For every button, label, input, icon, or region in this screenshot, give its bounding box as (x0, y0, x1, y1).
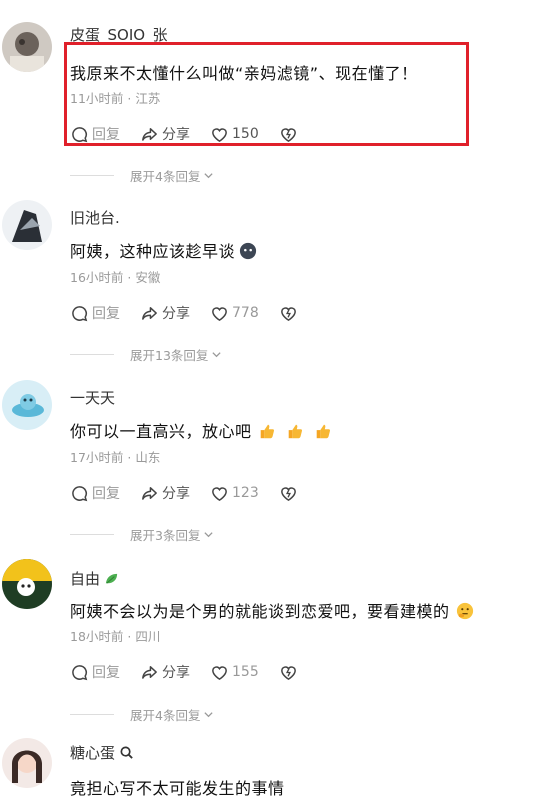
share-button[interactable]: 分享 (140, 303, 190, 323)
comment-time: 17小时前 (70, 450, 124, 465)
chevron-down-icon (204, 712, 214, 718)
reply-button[interactable]: 回复 (70, 303, 120, 323)
reply-button[interactable]: 回复 (70, 662, 120, 682)
leaf-icon (105, 573, 118, 584)
comment-meta: 16小时前 · 安徽 (70, 270, 161, 285)
comment-time: 16小时前 (70, 270, 124, 285)
comment-text: 你可以一直高兴，放心吧 (70, 418, 332, 442)
comment-text: 阿姨不会以为是个男的就能谈到恋爱吧，要看建模的 (70, 598, 474, 622)
avatar[interactable] (2, 200, 52, 250)
avatar[interactable] (2, 559, 52, 609)
reply-label: 回复 (92, 486, 120, 502)
like-count: 123 (232, 485, 259, 501)
thumbs-up-emoji-icon (260, 424, 274, 439)
share-label: 分享 (162, 665, 190, 681)
expand-replies-label: 展开4条回复 (130, 708, 201, 723)
comment-time: 18小时前 (70, 629, 124, 644)
thumbs-up-emoji-icon (288, 424, 302, 439)
reply-label: 回复 (92, 665, 120, 681)
divider (70, 175, 114, 176)
avatar[interactable] (2, 380, 52, 430)
expand-replies-label: 展开3条回复 (130, 528, 201, 543)
heart-icon (212, 486, 227, 501)
like-button[interactable]: 778 (210, 304, 259, 323)
share-icon (142, 486, 157, 500)
chevron-down-icon (204, 532, 214, 538)
comment-actions: 回复 分享 778 (70, 302, 301, 324)
reply-button[interactable]: 回复 (70, 483, 120, 503)
divider (70, 714, 114, 715)
expand-replies-button[interactable]: 展开13条回复 (130, 345, 222, 364)
chevron-down-icon (204, 173, 214, 179)
comment-location: 山东 (135, 450, 161, 465)
expand-replies-button[interactable]: 展开4条回复 (130, 166, 214, 185)
divider (70, 354, 114, 355)
dislike-icon (280, 665, 296, 680)
expand-replies-button[interactable]: 展开3条回复 (130, 525, 214, 544)
username[interactable]: 旧池台. (70, 207, 120, 228)
thinking-emoji-icon (456, 602, 473, 620)
thumbs-up-emoji-icon (316, 424, 330, 439)
comment-text-content: 阿姨不会以为是个男的就能谈到恋爱吧，要看建模的 (70, 602, 450, 621)
share-label: 分享 (162, 306, 190, 322)
comment-text: 竟担心写不太可能发生的事情 (70, 779, 285, 798)
emoji-icon (239, 242, 257, 260)
comment-icon (72, 305, 88, 321)
divider (70, 534, 114, 535)
expand-replies-label: 展开13条回复 (130, 348, 209, 363)
like-count: 155 (232, 664, 259, 680)
comment-text: 阿姨，这种应该趁早谈 (70, 238, 257, 262)
comment-icon (72, 664, 88, 680)
username-text: 糖心蛋 (70, 744, 116, 762)
comment-actions: 回复 分享 155 (70, 661, 301, 683)
share-icon (142, 665, 157, 679)
comment-icon (72, 485, 88, 501)
username-text: 自由 (70, 570, 101, 588)
comment-actions: 回复 分享 123 (70, 482, 301, 504)
dislike-button[interactable] (279, 484, 301, 503)
avatar[interactable] (2, 22, 52, 72)
heart-icon (212, 665, 227, 680)
comment-meta: 18小时前 · 四川 (70, 629, 161, 644)
share-label: 分享 (162, 486, 190, 502)
chevron-down-icon (212, 352, 222, 358)
dislike-icon (280, 486, 296, 501)
heart-icon (212, 306, 227, 321)
expand-replies-button[interactable]: 展开4条回复 (130, 705, 214, 724)
share-button[interactable]: 分享 (140, 483, 190, 503)
like-count: 778 (232, 305, 259, 321)
dislike-button[interactable] (279, 304, 301, 323)
comment-meta: 17小时前 · 山东 (70, 450, 161, 465)
comment-location: 四川 (135, 629, 161, 644)
reply-label: 回复 (92, 306, 120, 322)
highlight-box (64, 42, 469, 146)
share-button[interactable]: 分享 (140, 662, 190, 682)
comment-text-content: 阿姨，这种应该趁早谈 (70, 242, 236, 261)
dislike-icon (280, 306, 296, 321)
avatar[interactable] (2, 738, 52, 788)
comment-text-content: 你可以一直高兴，放心吧 (70, 422, 252, 441)
like-button[interactable]: 155 (210, 663, 259, 682)
like-button[interactable]: 123 (210, 484, 259, 503)
username[interactable]: 一天天 (70, 387, 115, 408)
expand-replies-label: 展开4条回复 (130, 169, 201, 184)
magnifier-icon (120, 746, 133, 759)
username[interactable]: 自由 (70, 568, 119, 589)
dislike-button[interactable] (279, 663, 301, 682)
share-icon (142, 306, 157, 320)
username[interactable]: 糖心蛋 (70, 742, 134, 763)
comment-location: 安徽 (135, 270, 161, 285)
